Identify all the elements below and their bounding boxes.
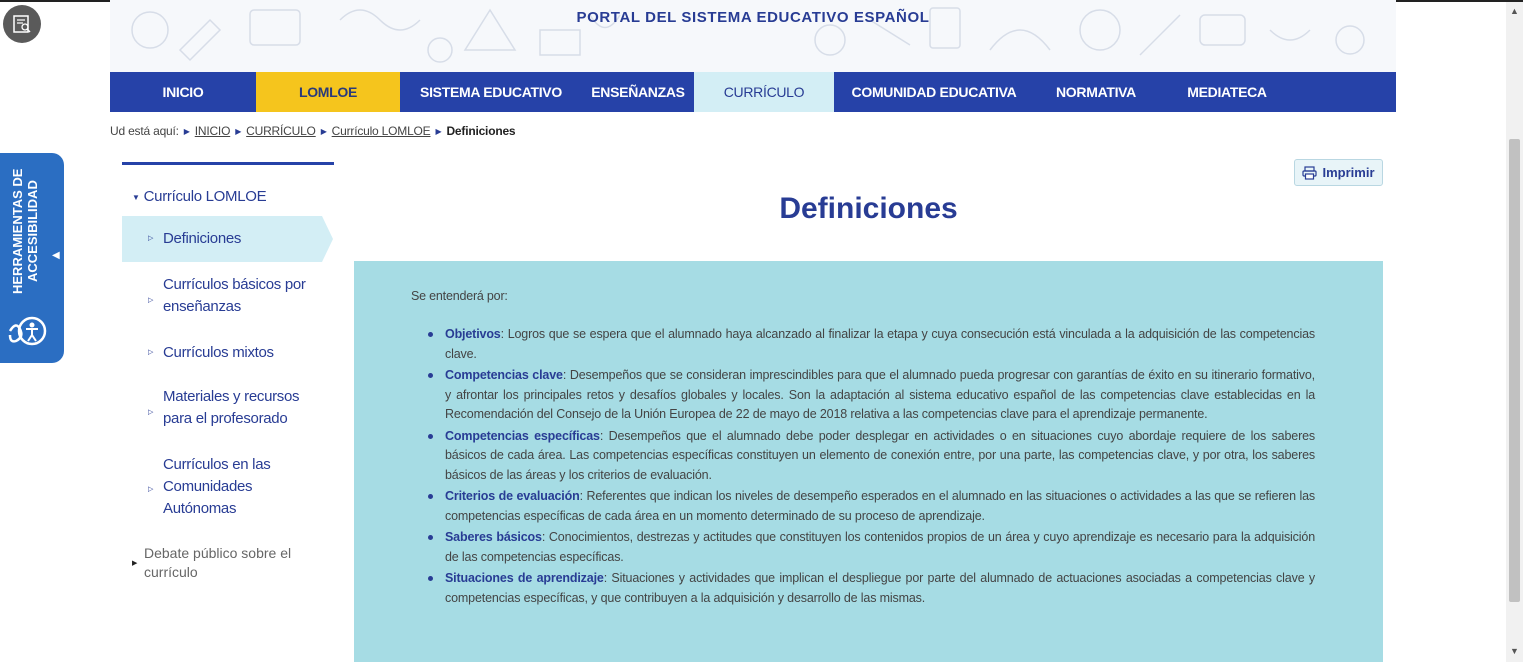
breadcrumb-curriculo[interactable]: CURRÍCULO — [246, 124, 316, 138]
sidebar-item-label: Currículos básicos por enseñanzas — [163, 276, 306, 315]
sidebar-item-definiciones[interactable]: ▷ Definiciones — [122, 216, 334, 262]
accessibility-icon[interactable] — [6, 309, 50, 353]
chevron-left-icon: ◀ — [52, 250, 60, 261]
list-item: Saberes básicos: Conocimientos, destreza… — [427, 528, 1315, 567]
definitions-list: Objetivos: Logros que se espera que el a… — [427, 325, 1315, 610]
portal-title: PORTAL DEL SISTEMA EDUCATIVO ESPAÑOL — [576, 9, 930, 26]
sidebar-item-label: Definiciones — [163, 230, 242, 247]
definition-term: Competencias clave — [445, 368, 563, 382]
nav-sistema-educativo[interactable]: SISTEMA EDUCATIVO — [400, 72, 582, 112]
sidebar-item-label: Debate público sobre el currículo — [144, 545, 292, 580]
nav-inicio[interactable]: INICIO — [110, 72, 256, 112]
sidebar-item-label: Currículos mixtos — [163, 344, 274, 361]
sidebar-item-label: Currículos en las Comunidades Autónomas — [163, 456, 271, 517]
print-button[interactable]: Imprimir — [1294, 159, 1383, 186]
definition-text: : Logros que se espera que el alumnado h… — [445, 327, 1315, 361]
sidebar-top-border — [122, 162, 334, 165]
definition-text: : Desempeños que se consideran imprescin… — [445, 368, 1315, 421]
list-item: Situaciones de aprendizaje: Situaciones … — [427, 569, 1315, 608]
accessibility-label: HERRAMIENTAS DE ACCESIBILIDAD — [10, 168, 40, 294]
definition-term: Criterios de evaluación — [445, 489, 580, 503]
vertical-scrollbar[interactable]: ▲ ▼ — [1506, 2, 1523, 662]
nav-lomloe[interactable]: LOMLOE — [256, 72, 400, 112]
definition-term: Situaciones de aprendizaje — [445, 571, 604, 585]
breadcrumb-separator-icon: ▶ — [183, 126, 190, 136]
caret-right-icon: ▷ — [148, 486, 154, 493]
sidebar-item-curriculos-basicos[interactable]: ▷ Currículos básicos por enseñanzas — [148, 274, 328, 318]
definition-term: Objetivos — [445, 327, 501, 341]
nav-mediateca[interactable]: MEDIATECA — [1158, 72, 1296, 112]
breadcrumb-curriculo-lomloe[interactable]: Currículo LOMLOE — [332, 124, 431, 138]
breadcrumb-inicio[interactable]: INICIO — [195, 124, 231, 138]
scrollbar-thumb[interactable] — [1509, 139, 1520, 602]
caret-right-icon: ▶ — [132, 560, 138, 567]
sidebar-item-label: Materiales y recursos para el profesorad… — [163, 388, 300, 427]
print-label: Imprimir — [1322, 165, 1375, 180]
header-banner: PORTAL DEL SISTEMA EDUCATIVO ESPAÑOL — [110, 0, 1396, 72]
sidebar-item-materiales[interactable]: ▷ Materiales y recursos para el profesor… — [148, 386, 318, 430]
caret-right-icon: ▷ — [148, 349, 154, 356]
sidebar-item-curriculos-mixtos[interactable]: ▷ Currículos mixtos — [148, 342, 328, 364]
sidebar-parent-item[interactable]: ▼ Currículo LOMLOE — [132, 188, 267, 205]
reader-mode-icon — [13, 15, 31, 33]
scroll-up-arrow-icon[interactable]: ▲ — [1510, 6, 1519, 16]
breadcrumb-prefix: Ud está aquí: — [110, 124, 179, 138]
breadcrumb-separator-icon: ▶ — [435, 126, 442, 136]
definition-term: Competencias específicas — [445, 428, 600, 443]
definition-term: Saberes básicos — [445, 530, 542, 544]
nav-normativa[interactable]: NORMATIVA — [1034, 72, 1158, 112]
nav-ensenanzas[interactable]: ENSEÑANZAS — [582, 72, 694, 112]
sidebar-parent-label: Currículo LOMLOE — [143, 188, 267, 205]
list-item: Criterios de evaluación: Referentes que … — [427, 487, 1315, 526]
breadcrumb-current: Definiciones — [446, 124, 516, 138]
caret-right-icon: ▷ — [148, 235, 154, 242]
list-item: Objetivos: Logros que se espera que el a… — [427, 325, 1315, 364]
nav-curriculo[interactable]: CURRÍCULO — [694, 72, 834, 112]
intro-text: Se entenderá por: — [411, 289, 508, 303]
definitions-panel: Se entenderá por: Objetivos: Logros que … — [354, 261, 1383, 662]
scroll-down-arrow-icon[interactable]: ▼ — [1510, 646, 1519, 656]
breadcrumb-separator-icon: ▶ — [235, 126, 242, 136]
list-item: Competencias clave: Desempeños que se co… — [427, 366, 1315, 425]
caret-down-icon: ▼ — [132, 192, 140, 202]
breadcrumb: Ud está aquí: ▶ INICIO ▶ CURRÍCULO ▶ Cur… — [110, 124, 516, 138]
list-item: Competencias específicas: Desempeños que… — [427, 427, 1315, 486]
reader-mode-button[interactable] — [3, 5, 41, 43]
main-navbar: INICIO LOMLOE SISTEMA EDUCATIVO ENSEÑANZ… — [110, 72, 1396, 112]
breadcrumb-separator-icon: ▶ — [320, 126, 327, 136]
caret-right-icon: ▷ — [148, 297, 154, 304]
definition-text: : Conocimientos, destrezas y actitudes q… — [445, 530, 1316, 564]
sidebar-item-definiciones-text: ▷ Definiciones — [148, 228, 241, 250]
nav-comunidad-educativa[interactable]: COMUNIDAD EDUCATIVA — [834, 72, 1034, 112]
page-title: Definiciones — [779, 192, 958, 225]
sidebar-item-comunidades[interactable]: ▷ Currículos en las Comunidades Autónoma… — [148, 454, 288, 520]
caret-right-icon: ▷ — [148, 409, 154, 416]
printer-icon — [1302, 165, 1318, 180]
sidebar-item-debate[interactable]: ▶ Debate público sobre el currículo — [132, 544, 322, 582]
